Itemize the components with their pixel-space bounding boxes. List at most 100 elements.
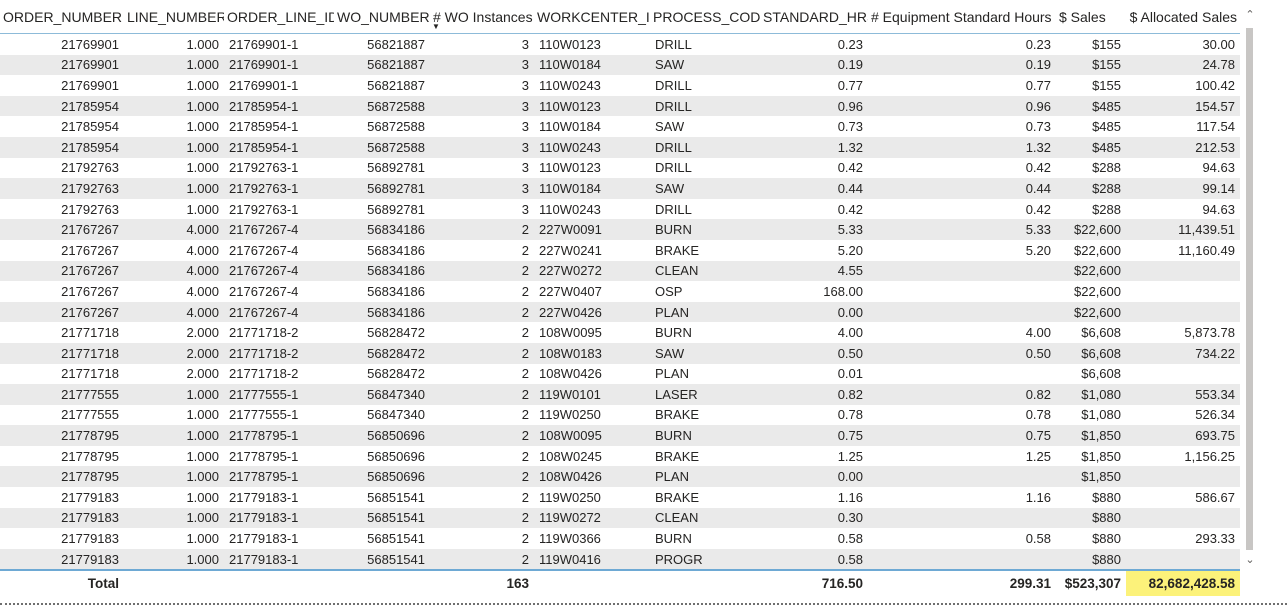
table-row[interactable]: 21769901 1.000 21769901-1 56821887 3 110W0184… — [0, 54, 1240, 76]
cell-allocated-sales: 99.14 — [1126, 178, 1240, 199]
cell-line-number: 1.000 — [186, 119, 219, 135]
col-header-allocated-sales[interactable]: $ Allocated Sales — [1126, 0, 1240, 34]
col-header-order-number[interactable]: ORDER_NUMBER — [0, 0, 124, 34]
cell-process-code: SAW — [650, 54, 760, 76]
cell-allocated-sales — [1126, 364, 1240, 385]
cell-line-number: 1.000 — [186, 201, 219, 217]
col-header-wo-instances[interactable]: # WO Instances ▼ — [430, 0, 534, 34]
table-row[interactable]: 21785954 1.000 21785954-1 56872588 3 110W0184… — [0, 116, 1240, 137]
table-row[interactable]: 21785954 1.000 21785954-1 56872588 3 110W0123… — [0, 95, 1240, 117]
cell-standard-hrs: 4.55 — [760, 260, 868, 282]
cell-order-number: 21767267 — [0, 260, 124, 282]
col-header-line-number[interactable]: LINE_NUMBER — [124, 0, 224, 34]
cell-wo-number: 56872588 — [334, 95, 430, 117]
cell-wo-number: 56828472 — [367, 366, 425, 382]
cell-wo-instances: 2 — [521, 489, 529, 505]
col-header-equipment-hours[interactable]: # Equipment Standard Hours — [868, 0, 1056, 34]
cell-sales: $880 — [1056, 548, 1126, 571]
cell-workcenter-id: 108W0426 — [534, 466, 650, 488]
cell-allocated-sales — [1126, 281, 1240, 302]
table-row[interactable]: 21767267 4.000 21767267-4 56834186 2 227W0091… — [0, 219, 1240, 240]
cell-order-line-id: 21777555-1 — [224, 384, 334, 405]
table-row[interactable]: 21777555 1.000 21777555-1 56847340 2 119W0101… — [0, 384, 1240, 405]
table-row[interactable]: 21769901 1.000 21769901-1 56821887 3 110W0243… — [0, 75, 1240, 96]
chevron-down-icon[interactable]: ⌄ — [1243, 553, 1257, 566]
cell-allocated-sales: 30.00 — [1202, 36, 1235, 52]
cell-order-line-id: 21778795-1 — [229, 448, 299, 464]
cell-order-number: 21792763 — [61, 160, 119, 176]
cell-sales: $6,608 — [1056, 342, 1126, 364]
cell-order-number: 21779183 — [61, 531, 119, 547]
table-row[interactable]: 21767267 4.000 21767267-4 56834186 2 227W0241… — [0, 240, 1240, 261]
cell-allocated-sales: 693.75 — [1126, 425, 1240, 446]
cell-sales: $1,850 — [1056, 425, 1126, 446]
cell-order-number: 21778795 — [0, 425, 124, 446]
table-row[interactable]: 21778795 1.000 21778795-1 56850696 2 108W0426… — [0, 466, 1240, 488]
visual-border — [0, 603, 1287, 605]
table-row[interactable]: 21779183 1.000 21779183-1 56851541 2 119W0250… — [0, 487, 1240, 508]
cell-workcenter-id: 110W0184 — [534, 178, 650, 199]
table-row[interactable]: 21767267 4.000 21767267-4 56834186 2 227W0272… — [0, 260, 1240, 282]
cell-standard-hrs: 0.44 — [760, 178, 868, 199]
cell-equipment-hours — [868, 548, 1056, 571]
table-row[interactable]: 21767267 4.000 21767267-4 56834186 2 227W0426… — [0, 301, 1240, 323]
table-row[interactable]: 21779183 1.000 21779183-1 56851541 2 119W0366… — [0, 528, 1240, 549]
cell-sales: $485 — [1056, 95, 1126, 117]
vertical-scrollbar[interactable]: ⌃ ⌄ — [1243, 8, 1257, 571]
cell-standard-hrs: 0.96 — [760, 95, 868, 117]
table-row[interactable]: 21785954 1.000 21785954-1 56872588 3 110W0243… — [0, 136, 1240, 158]
cell-equipment-hours: 5.20 — [1025, 242, 1051, 258]
table-row[interactable]: 21792763 1.000 21792763-1 56892781 3 110W0243… — [0, 199, 1240, 220]
scrollbar-thumb[interactable] — [1246, 28, 1253, 550]
cell-wo-number: 56828472 — [367, 325, 425, 341]
cell-wo-instances: 3 — [521, 201, 529, 217]
table-row[interactable]: 21771718 2.000 21771718-2 56828472 2 108W0183… — [0, 342, 1240, 364]
cell-wo-instances: 2 — [430, 548, 534, 571]
cell-equipment-hours: 0.73 — [1025, 119, 1051, 135]
col-header-wo-number[interactable]: WO_NUMBER — [334, 0, 430, 34]
cell-sales: $880 — [1092, 531, 1121, 547]
table-row[interactable]: 21779183 1.000 21779183-1 56851541 2 119W0416… — [0, 548, 1240, 571]
chevron-up-icon[interactable]: ⌃ — [1243, 8, 1257, 21]
cell-sales: $485 — [1092, 119, 1121, 135]
table-row[interactable]: 21778795 1.000 21778795-1 56850696 2 108W0245… — [0, 446, 1240, 467]
cell-sales: $1,850 — [1056, 466, 1126, 488]
cell-wo-instances: 2 — [430, 219, 534, 240]
cell-standard-hrs: 0.75 — [760, 425, 868, 446]
table-row[interactable]: 21767267 4.000 21767267-4 56834186 2 227W0407… — [0, 281, 1240, 302]
cell-equipment-hours: 0.78 — [1025, 407, 1051, 423]
cell-process-code: PLAN — [650, 466, 760, 488]
cell-wo-instances: 2 — [521, 366, 529, 382]
cell-sales: $22,600 — [1074, 283, 1121, 299]
total-label: Total — [0, 569, 124, 597]
col-header-process-code[interactable]: PROCESS_CODE — [650, 0, 760, 34]
cell-order-line-id: 21767267-4 — [224, 260, 334, 282]
cell-order-number: 21777555 — [0, 384, 124, 405]
table-row[interactable]: 21779183 1.000 21779183-1 56851541 2 119W0272… — [0, 507, 1240, 529]
data-table: ORDER_NUMBER LINE_NUMBER ORDER_LINE_ID W… — [0, 0, 1240, 597]
cell-line-number: 2.000 — [186, 325, 219, 341]
table-row[interactable]: 21771718 2.000 21771718-2 56828472 2 108W0095… — [0, 322, 1240, 343]
total-standard-hrs: 716.50 — [760, 569, 868, 597]
cell-order-line-id: 21785954-1 — [224, 95, 334, 117]
cell-sales: $1,080 — [1056, 384, 1126, 405]
col-header-order-line-id[interactable]: ORDER_LINE_ID — [224, 0, 334, 34]
table-row[interactable]: 21792763 1.000 21792763-1 56892781 3 110W0123… — [0, 158, 1240, 179]
cell-order-line-id: 21771718-2 — [224, 342, 334, 364]
table-row[interactable]: 21769901 1.000 21769901-1 56821887 3 110W0123… — [0, 34, 1240, 55]
table-row[interactable]: 21792763 1.000 21792763-1 56892781 3 110W0184… — [0, 178, 1240, 199]
cell-wo-instances: 2 — [430, 507, 534, 529]
cell-wo-number: 56892781 — [367, 201, 425, 217]
cell-order-number: 21779183 — [0, 507, 124, 529]
cell-order-line-id: 21771718-2 — [229, 325, 299, 341]
cell-line-number: 1.000 — [186, 77, 219, 93]
table-row[interactable]: 21771718 2.000 21771718-2 56828472 2 108W0426… — [0, 364, 1240, 385]
table-row[interactable]: 21778795 1.000 21778795-1 56850696 2 108W0095… — [0, 425, 1240, 446]
col-header-workcenter-id[interactable]: WORKCENTER_ID — [534, 0, 650, 34]
table-row[interactable]: 21777555 1.000 21777555-1 56847340 2 119W0250… — [0, 405, 1240, 426]
col-header-standard-hrs[interactable]: STANDARD_HRS — [760, 0, 868, 34]
cell-wo-number: 56834186 — [334, 219, 430, 240]
col-header-sales[interactable]: $ Sales — [1056, 0, 1126, 34]
cell-wo-number: 56851541 — [367, 531, 425, 547]
col-header-wo-instances-label: # WO Instances — [433, 8, 533, 25]
